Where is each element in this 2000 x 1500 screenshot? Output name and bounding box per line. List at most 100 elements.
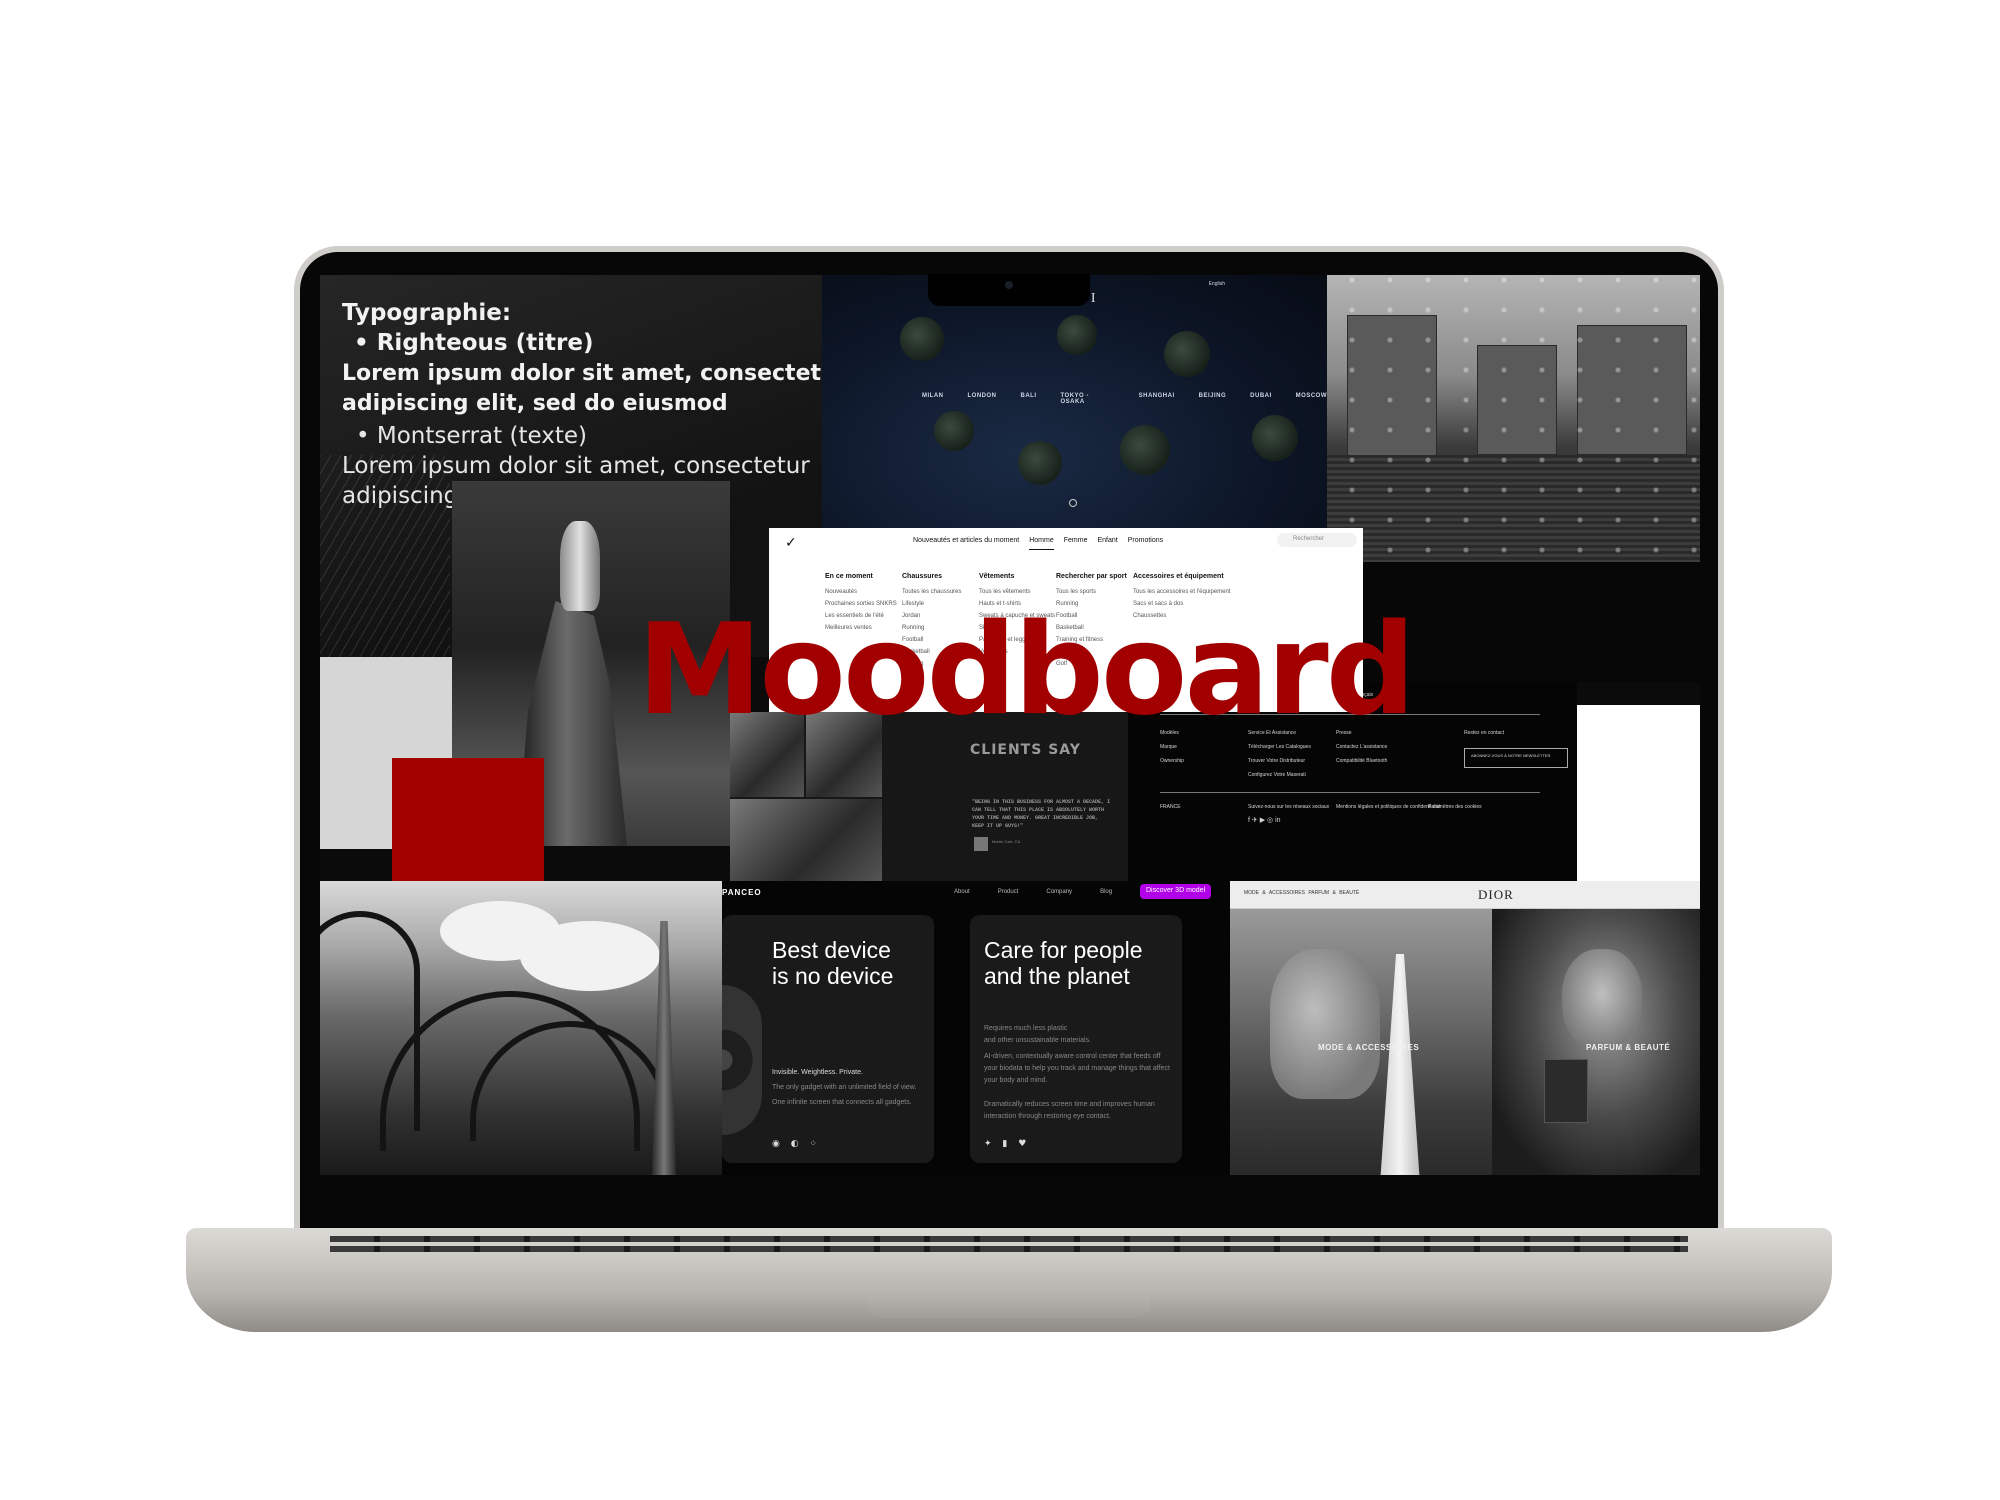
cloud-image	[520, 921, 660, 991]
nav-link[interactable]: Nouveautés et articles du moment	[913, 537, 1019, 550]
nav-link[interactable]: Enfant	[1097, 537, 1117, 550]
city-list: MILAN LONDON BALI TOKYO - OSAKA SHANGHAI…	[922, 393, 1327, 405]
title-font-name: • Righteous (titre)	[342, 330, 593, 356]
footer-link[interactable]: Télécharger Les Catalogues	[1248, 744, 1311, 750]
city-link[interactable]: LONDON	[968, 393, 997, 405]
city-link[interactable]: BEIJING	[1199, 393, 1227, 405]
city-link[interactable]: DUBAI	[1250, 393, 1272, 405]
nav-link[interactable]: Product	[998, 889, 1019, 895]
footer-link[interactable]: Compatibilité Bluetooth	[1336, 758, 1387, 764]
menu-column-heading: Vêtements	[979, 573, 1015, 580]
cookies-link[interactable]: Paramètres des cookies	[1428, 804, 1482, 810]
body-font-name: • Montserrat (texte)	[342, 423, 587, 449]
keyboard-row	[330, 1236, 1688, 1242]
card-text: AI-driven, contextually aware control ce…	[984, 1053, 1170, 1084]
card-text: and other unsustainable materials.	[984, 1037, 1092, 1044]
menu-item[interactable]: Tous les vêtements	[979, 589, 1055, 595]
contact-label: Restez en contact	[1464, 730, 1505, 736]
legal-link[interactable]: Mentions légales et politiques de confid…	[1336, 804, 1441, 810]
tree-image	[1252, 415, 1298, 461]
country-select[interactable]: FRANCE	[1160, 804, 1181, 810]
statue-figure-image	[560, 521, 600, 611]
model-image	[1380, 954, 1420, 1175]
brand-logo[interactable]: PANCEO	[722, 888, 762, 897]
category-label[interactable]: PARFUM & BEAUTÉ	[1586, 1043, 1670, 1052]
card-text: Requires much less plastic	[984, 1025, 1068, 1032]
menu-column-heading: En ce moment	[825, 573, 873, 580]
card-title: Care for people and the planet	[984, 937, 1143, 989]
barber-photo	[730, 799, 882, 882]
city-link[interactable]: MILAN	[922, 393, 944, 405]
panceo-screenshot: PANCEO About Product Company Blog Discov…	[722, 881, 1230, 1175]
dior-logo[interactable]: DIOR	[1478, 887, 1514, 903]
menu-item[interactable]: Nouveautés	[825, 589, 897, 595]
city-link[interactable]: TOKYO - OSAKA	[1061, 393, 1115, 405]
search-input[interactable]: Rechercher	[1277, 533, 1357, 547]
feature-card: Care for people and the planet Requires m…	[970, 915, 1182, 1163]
card-title: Best device is no device	[772, 937, 893, 989]
fashion-photo[interactable]: MODE & ACCESSOIRES	[1230, 909, 1492, 1175]
white-swatch	[1577, 705, 1700, 882]
laptop-screen: Typographie: • Righteous (titre) Lorem i…	[320, 275, 1700, 1175]
bullet-icon: •	[354, 330, 377, 356]
nav-link[interactable]: Blog	[1100, 889, 1112, 895]
language-link[interactable]: English	[1209, 281, 1225, 287]
discover-3d-button[interactable]: Discover 3D model	[1140, 884, 1212, 899]
dior-header: MODE & ACCESSOIRES PARFUM & BEAUTÉ DIOR	[1230, 881, 1700, 909]
category-label[interactable]: MODE & ACCESSOIRES	[1318, 1043, 1419, 1052]
menu-item[interactable]: Toutes les chaussures	[902, 589, 961, 595]
perfume-bottle-image	[1544, 1059, 1588, 1123]
nav-link[interactable]: Promotions	[1128, 537, 1163, 550]
divider	[1160, 792, 1540, 793]
testimonial-quote: "BEING IN THIS BUSINESS FOR ALMOST A DEC…	[972, 799, 1111, 829]
menu-item[interactable]: Tous les accessoires et l'équipement	[1133, 589, 1231, 595]
feature-icons: ◉ ◐ ⁘	[772, 1139, 821, 1149]
camera-icon	[1005, 281, 1013, 289]
body-font-sample: Lorem ipsum dolor sit amet, consectetur	[342, 453, 810, 479]
keyboard-row	[330, 1246, 1688, 1252]
body-font-label: Montserrat (texte)	[376, 423, 587, 449]
social-icons[interactable]: f ✈ ▶ ◎ in	[1248, 816, 1281, 824]
tree-image	[900, 317, 944, 361]
night-city-screenshot: R I English MILAN LONDON BALI TOKYO - OS…	[822, 275, 1327, 531]
dior-screenshot: MODE & ACCESSOIRES PARFUM & BEAUTÉ DIOR …	[1230, 881, 1700, 1175]
beauty-photo[interactable]: PARFUM & BEAUTÉ	[1492, 909, 1700, 1175]
newsletter-button[interactable]: ABONNEZ-VOUS À NOTRE NEWSLETTER	[1464, 748, 1568, 768]
feature-icons: ✦ ▮ ♥	[984, 1139, 1031, 1149]
card-text: Dramatically reduces screen time and imp…	[984, 1101, 1155, 1120]
rollercoaster-photo	[320, 881, 722, 1175]
city-link[interactable]: SHANGHAI	[1139, 393, 1175, 405]
title-font-sample: Lorem ipsum dolor sit amet, consectetur	[342, 361, 822, 386]
nav-link-active[interactable]: Homme	[1029, 537, 1054, 550]
card-title-line: Best device	[772, 937, 891, 963]
footer-link[interactable]: Marque	[1160, 744, 1177, 750]
title-font-sample: adipiscing elit, sed do eiusmod	[342, 391, 728, 416]
nav-link[interactable]: Company	[1046, 889, 1072, 895]
card-text: Invisible. Weightless. Private.	[772, 1069, 863, 1076]
card-title-line: is no device	[772, 963, 894, 989]
menu-column-heading: Rechercher par sport	[1056, 573, 1127, 580]
dior-menu[interactable]: MODE & ACCESSOIRES PARFUM & BEAUTÉ	[1244, 890, 1359, 896]
tree-image	[1057, 315, 1097, 355]
vinyl-image	[722, 985, 762, 1135]
city-link[interactable]: BALI	[1021, 393, 1037, 405]
tree-image	[1164, 331, 1210, 377]
card-text: One infinite screen that connects all ga…	[772, 1099, 912, 1106]
scroll-down-icon[interactable]	[1069, 499, 1077, 507]
tree-image	[1120, 425, 1170, 475]
nav-link[interactable]: About	[954, 889, 970, 895]
footer-link[interactable]: Configurez Votre Maserati	[1248, 772, 1306, 778]
nav-link[interactable]: Femme	[1064, 537, 1088, 550]
footer-link[interactable]: Trouver Votre Distributeur	[1248, 758, 1305, 764]
menu-item[interactable]: Tous les sports	[1056, 589, 1127, 595]
camera-notch	[928, 274, 1090, 306]
portrait-image	[1562, 949, 1642, 1049]
accent-red-swatch	[392, 758, 544, 881]
city-link[interactable]: MOSCOW	[1296, 393, 1327, 405]
swoosh-icon[interactable]: ✓	[785, 535, 797, 551]
footer-link[interactable]: Ownership	[1160, 758, 1184, 764]
top-nav: About Product Company Blog	[954, 889, 1112, 895]
avatar	[974, 837, 988, 851]
card-text: The only gadget with an unlimited field …	[772, 1084, 917, 1091]
footer-link[interactable]: Contactez L'assistance	[1336, 744, 1387, 750]
